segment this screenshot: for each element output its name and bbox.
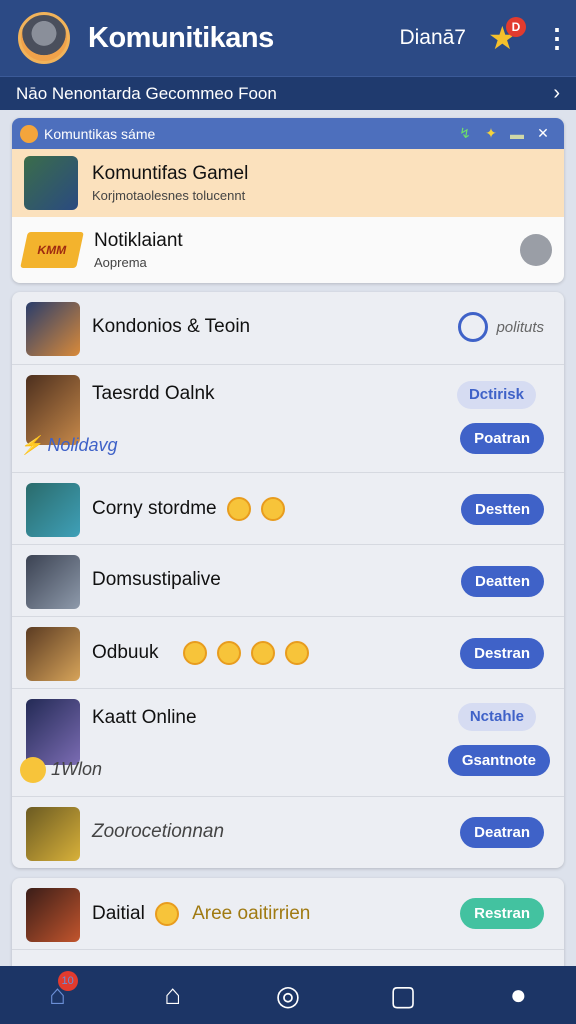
action-button[interactable]: Poatran: [460, 423, 544, 454]
status-circle-icon[interactable]: [520, 234, 552, 266]
item-subtitle: Aree oaitirrien: [192, 903, 311, 925]
list-item[interactable]: Odbuuk Destran: [12, 617, 564, 689]
avatar: [26, 807, 80, 861]
tab-home[interactable]: ⌂: [143, 979, 203, 1011]
avatar: [26, 627, 80, 681]
notification-item[interactable]: Komuntifas Gamel Korjmotaolesnes tolucen…: [12, 149, 564, 217]
banner-text: Nāo Nenontarda Gecommeo Foon: [16, 83, 277, 103]
item-title: Zoorocetionnan: [92, 821, 225, 842]
tab-circle[interactable]: ◎: [258, 979, 318, 1012]
home-icon: ⌂: [164, 979, 182, 1010]
star-notification-icon[interactable]: ★ D: [488, 17, 526, 55]
community-icon: [20, 124, 38, 143]
notification-card-header: Komuntikas sáme ↯ ✦ ▬ ✕: [12, 118, 564, 149]
action-button[interactable]: Restran: [460, 898, 544, 929]
profile-icon: ●: [509, 979, 527, 1010]
list-item[interactable]: Kondonios & Teoin polituts: [12, 292, 564, 365]
minimize-icon[interactable]: ▬: [504, 126, 530, 142]
bolt-icon: ⚡: [20, 435, 43, 455]
item-title-text: Daitial: [92, 903, 145, 925]
item-title: Daitial Aree oaitirrien: [92, 902, 310, 926]
list-item[interactable]: Domsustipalive Deatten: [12, 545, 564, 617]
list-item[interactable]: Taesrdd Oalnk Dctirisk ⚡ Nolidavg Poatra…: [12, 365, 564, 473]
item-title: Taesrdd Oalnk: [92, 383, 215, 404]
game-thumbnail: [24, 156, 78, 210]
emoji-icon: [182, 641, 207, 665]
action-icon: [458, 312, 489, 342]
list-item[interactable]: Kaatt Online Nctahle 1Wlon Gsantnote: [12, 689, 564, 797]
emoji-icon: [154, 902, 179, 926]
avatar: [26, 302, 80, 356]
game-logo: KMM: [20, 232, 84, 268]
action-group[interactable]: polituts: [458, 312, 544, 342]
tab-badge: 10: [57, 971, 78, 991]
action-button[interactable]: Destran: [460, 638, 544, 669]
action-label: polituts: [496, 318, 544, 336]
notification-badge: D: [506, 17, 526, 37]
action-button[interactable]: Destten: [460, 494, 544, 525]
community-list: Kondonios & Teoin polituts Taesrdd Oalnk…: [12, 292, 564, 868]
tab-profile[interactable]: ●: [488, 979, 548, 1011]
tab-square[interactable]: ▢: [373, 979, 433, 1012]
pin-icon[interactable]: ✦: [478, 125, 504, 142]
status-pill[interactable]: Dctirisk: [456, 381, 536, 409]
square-icon: ▢: [389, 979, 417, 1011]
chat-bubble-icon: [20, 757, 46, 783]
item-title-text: Odbuuk: [92, 642, 159, 664]
app-header: Komunitikans Dianā7 ★ D ⋮: [0, 0, 576, 76]
action-button[interactable]: Gsantnote: [447, 745, 550, 776]
item-title-text: Corny stordme: [92, 498, 217, 520]
notification-card: Komuntikas sáme ↯ ✦ ▬ ✕ Komuntifas Gamel…: [12, 118, 564, 283]
emoji-icon: [216, 641, 241, 665]
item-subtitle-text: 1Wlon: [51, 758, 103, 779]
kebab-icon[interactable]: ⋮: [544, 23, 570, 54]
notification-subtitle: Korjmotaolesnes tolucennt: [92, 188, 246, 203]
action-button[interactable]: Deatran: [460, 817, 544, 848]
notification-subtitle: Aoprema: [94, 255, 147, 270]
item-title: Domsustipalive: [92, 569, 221, 590]
chevron-right-icon: ›: [553, 82, 560, 104]
action-button[interactable]: Deatten: [460, 566, 544, 597]
notification-card-title: Komuntikas sáme: [44, 125, 156, 142]
emoji-icon: [284, 641, 309, 665]
header-link[interactable]: Dianā7: [399, 26, 466, 50]
emoji-icon: [260, 497, 285, 521]
item-title: Kaatt Online: [92, 707, 197, 728]
status-pill[interactable]: Nctahle: [457, 703, 536, 731]
avatar: [26, 555, 80, 609]
close-icon[interactable]: ✕: [530, 125, 556, 142]
list-item[interactable]: Corny stordme Destten: [12, 473, 564, 545]
avatar: [26, 699, 80, 765]
tab-home-badge[interactable]: ⌂ 10: [28, 971, 88, 1011]
notification-item[interactable]: KMM Notiklaiant Aoprema: [12, 217, 564, 283]
circle-icon: ◎: [275, 979, 301, 1011]
avatar: [26, 888, 80, 942]
item-subtitle: ⚡ Nolidavg: [20, 435, 117, 456]
item-title: Odbuuk: [92, 641, 309, 665]
item-subtitle: 1Wlon: [20, 757, 102, 783]
item-title: Kondonios & Teoin: [92, 316, 251, 337]
bottom-tab-bar: ⌂ 10 ⌂ ◎ ▢ ●: [0, 966, 576, 1024]
list-item[interactable]: Daitial Aree oaitirrien Restran: [12, 878, 564, 950]
info-banner[interactable]: Nāo Nenontarda Gecommeo Foon ›: [0, 76, 576, 110]
notification-title: Komuntifas Gamel: [92, 163, 249, 184]
emoji-icon: [226, 497, 251, 521]
app-title: Komunitikans: [88, 21, 274, 54]
notification-title: Notiklaiant: [94, 230, 183, 251]
item-subtitle-text: Nolidavg: [47, 435, 118, 455]
list-item[interactable]: Zoorocetionnan Deatran: [12, 797, 564, 868]
emoji-icon: [250, 641, 275, 665]
user-avatar[interactable]: [18, 12, 70, 64]
avatar: [26, 483, 80, 537]
item-title: Corny stordme: [92, 497, 285, 521]
bolt-icon[interactable]: ↯: [452, 125, 478, 142]
